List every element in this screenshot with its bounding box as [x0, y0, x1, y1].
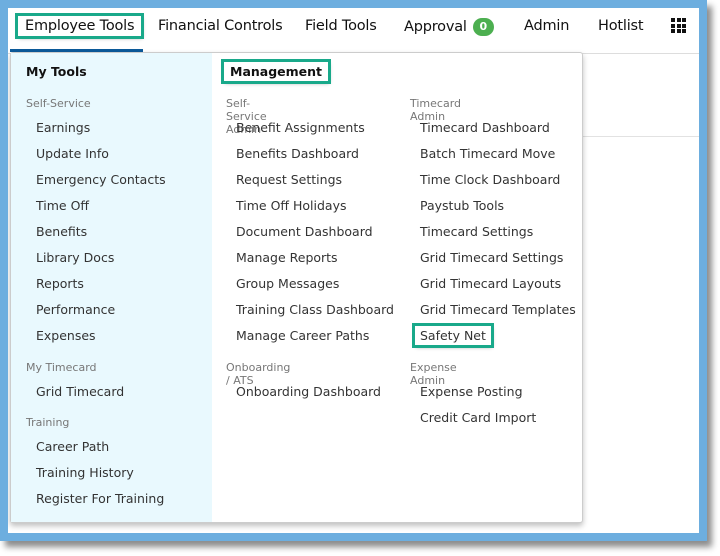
menu-item-earnings[interactable]: Earnings — [36, 120, 90, 135]
menu-item-credit-card-import[interactable]: Credit Card Import — [420, 410, 536, 425]
menu-item-emergency-contacts[interactable]: Emergency Contacts — [36, 172, 166, 187]
menu-item-time-off[interactable]: Time Off — [36, 198, 89, 213]
nav-approval[interactable]: Approval 0 — [404, 18, 494, 36]
menu-item-grid-timecard-settings[interactable]: Grid Timecard Settings — [420, 250, 563, 265]
menu-item-grid-timecard-templates[interactable]: Grid Timecard Templates — [420, 302, 576, 317]
menu-item-timecard-settings[interactable]: Timecard Settings — [420, 224, 533, 239]
menu-item-career-path[interactable]: Career Path — [36, 439, 109, 454]
menu-item-register-for-training[interactable]: Register For Training — [36, 491, 164, 506]
menu-item-expense-posting[interactable]: Expense Posting — [420, 384, 523, 399]
nav-hotlist[interactable]: Hotlist — [598, 18, 644, 34]
nav-approval-label: Approval — [404, 19, 467, 35]
employee-tools-dropdown: My Tools Self-Service Earnings Update Info E… — [10, 52, 583, 523]
menu-item-library-docs[interactable]: Library Docs — [36, 250, 114, 265]
menu-item-benefit-assignments[interactable]: Benefit Assignments — [236, 120, 365, 135]
menu-item-document-dashboard[interactable]: Document Dashboard — [236, 224, 373, 239]
menu-item-expenses[interactable]: Expenses — [36, 328, 96, 343]
nav-admin[interactable]: Admin — [524, 18, 569, 34]
menu-item-safety-net[interactable]: Safety Net — [412, 323, 494, 348]
menu-item-time-clock-dashboard[interactable]: Time Clock Dashboard — [420, 172, 560, 187]
menu-item-manage-career-paths[interactable]: Manage Career Paths — [236, 328, 369, 343]
menu-item-group-messages[interactable]: Group Messages — [236, 276, 339, 291]
menu-item-time-off-holidays[interactable]: Time Off Holidays — [236, 198, 347, 213]
approval-count-badge: 0 — [472, 18, 494, 36]
menu-item-update-info[interactable]: Update Info — [36, 146, 109, 161]
menu-item-benefits-dashboard[interactable]: Benefits Dashboard — [236, 146, 359, 161]
menu-item-request-settings[interactable]: Request Settings — [236, 172, 342, 187]
menu-item-grid-timecard[interactable]: Grid Timecard — [36, 384, 124, 399]
menu-item-training-history[interactable]: Training History — [36, 465, 134, 480]
screenshot-frame: Employee Tools Financial Controls Field … — [0, 0, 707, 541]
my-tools-panel: My Tools Self-Service Earnings Update Info E… — [11, 53, 212, 522]
menu-item-grid-timecard-layouts[interactable]: Grid Timecard Layouts — [420, 276, 561, 291]
divider — [582, 136, 699, 137]
menu-item-manage-reports[interactable]: Manage Reports — [236, 250, 338, 265]
menu-item-reports[interactable]: Reports — [36, 276, 84, 291]
menu-item-batch-timecard-move[interactable]: Batch Timecard Move — [420, 146, 555, 161]
menu-item-performance[interactable]: Performance — [36, 302, 115, 317]
top-nav: Employee Tools Financial Controls Field … — [8, 8, 699, 54]
nav-field-tools[interactable]: Field Tools — [305, 18, 377, 34]
group-label: My Timecard — [26, 361, 97, 374]
menu-item-timecard-dashboard[interactable]: Timecard Dashboard — [420, 120, 550, 135]
section-title: My Tools — [26, 64, 87, 79]
menu-item-onboarding-dashboard[interactable]: Onboarding Dashboard — [236, 384, 381, 399]
menu-item-training-class-dashboard[interactable]: Training Class Dashboard — [236, 302, 394, 317]
section-title: Management — [220, 59, 332, 84]
group-label: Training — [26, 416, 70, 429]
group-label: Self-Service — [26, 97, 91, 110]
menu-item-benefits[interactable]: Benefits — [36, 224, 87, 239]
nav-employee-tools[interactable]: Employee Tools — [14, 13, 145, 39]
app-window: Employee Tools Financial Controls Field … — [8, 8, 699, 533]
menu-item-paystub-tools[interactable]: Paystub Tools — [420, 198, 504, 213]
nav-financial-controls[interactable]: Financial Controls — [158, 18, 283, 34]
grid-icon[interactable] — [671, 18, 686, 33]
